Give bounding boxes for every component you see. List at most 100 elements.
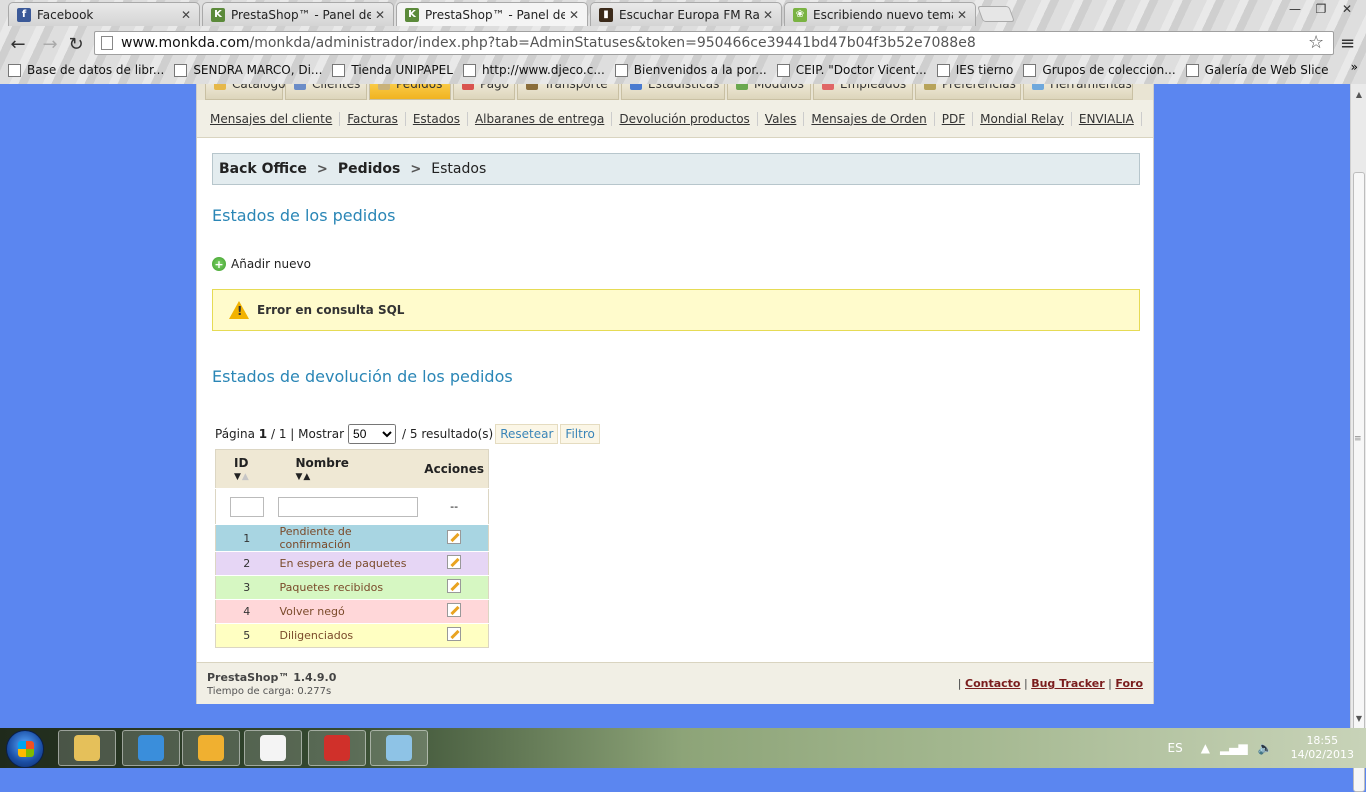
browser-tab[interactable]: ❀ Escribiendo nuevo tema - ✕ bbox=[784, 2, 976, 26]
sub-tab-link[interactable]: Mondial Relay bbox=[973, 111, 1072, 126]
main-tab[interactable]: Estadísticas bbox=[621, 84, 725, 100]
address-bar[interactable]: www.monkda.com/monkda/administrador/inde… bbox=[94, 31, 1334, 55]
bookmark-item[interactable]: CEIP. "Doctor Vicent... bbox=[776, 63, 927, 77]
filter-name-input[interactable] bbox=[277, 496, 418, 517]
scroll-up-icon[interactable]: ▲ bbox=[1351, 86, 1366, 102]
close-tab-icon[interactable]: ✕ bbox=[375, 8, 385, 22]
close-tab-icon[interactable]: ✕ bbox=[181, 8, 191, 22]
new-tab-button[interactable] bbox=[977, 6, 1015, 22]
footer-link-foro[interactable]: Foro bbox=[1115, 677, 1143, 690]
network-icon[interactable]: ▂▄▆ bbox=[1220, 741, 1248, 755]
scroll-down-icon[interactable]: ▼ bbox=[1351, 710, 1366, 726]
browser-tab[interactable]: K PrestaShop™ - Panel de ad ✕ bbox=[202, 2, 394, 26]
bookmark-item[interactable]: Bienvenidos a la por... bbox=[614, 63, 767, 77]
sub-tab-link[interactable]: ENVIALIA bbox=[1072, 111, 1142, 126]
edit-icon[interactable] bbox=[447, 603, 462, 617]
clock-date: 14/02/2013 bbox=[1290, 748, 1354, 761]
sub-tab-link[interactable]: PDF bbox=[935, 111, 974, 126]
bookmark-item[interactable]: Base de datos de libr... bbox=[8, 63, 164, 77]
sort-arrows-icon[interactable]: ▼▲ bbox=[296, 472, 421, 482]
reload-icon[interactable]: ↻ bbox=[64, 32, 88, 56]
taskbar-app-explorer[interactable] bbox=[58, 730, 116, 766]
main-tab[interactable]: Pedidos bbox=[369, 84, 451, 100]
reset-button[interactable]: Resetear bbox=[495, 424, 559, 444]
column-header-id[interactable]: ID ▼▲ bbox=[215, 449, 278, 489]
start-button[interactable] bbox=[6, 730, 44, 768]
forward-arrow-icon[interactable]: → bbox=[38, 32, 62, 56]
bookmarks-more[interactable]: » bbox=[1351, 60, 1358, 74]
language-indicator[interactable]: ES bbox=[1168, 741, 1183, 755]
taskbar-app-paint[interactable] bbox=[370, 730, 428, 766]
bookmark-item[interactable]: IES tierno bbox=[936, 63, 1013, 77]
browser-tab-label: Escribiendo nuevo tema - bbox=[813, 7, 953, 22]
main-tab[interactable]: Clientes bbox=[285, 84, 367, 100]
sub-tab-link[interactable]: Devolución productos bbox=[612, 111, 758, 126]
table-row[interactable]: 2 En espera de paquetes bbox=[215, 551, 489, 576]
taskbar-app-media[interactable] bbox=[308, 730, 366, 766]
row-name[interactable]: Paquetes recibidos bbox=[277, 575, 421, 600]
restore-icon[interactable]: ❐ bbox=[1308, 0, 1334, 18]
sub-tab-link[interactable]: Facturas bbox=[340, 111, 406, 126]
footer-link-bug-tracker[interactable]: Bug Tracker bbox=[1031, 677, 1105, 690]
table-row[interactable]: 4 Volver negó bbox=[215, 599, 489, 624]
main-tab[interactable]: Empleados bbox=[813, 84, 913, 100]
sub-tab-link[interactable]: Vales bbox=[758, 111, 805, 126]
filter-button[interactable]: Filtro bbox=[560, 424, 600, 444]
main-tab[interactable]: Módulos bbox=[727, 84, 811, 100]
main-tab[interactable]: Pago bbox=[453, 84, 515, 100]
table-row[interactable]: 1 Pendiente de confirmación bbox=[215, 524, 489, 552]
taskbar-app-chrome[interactable] bbox=[122, 730, 180, 766]
sub-tab-link[interactable]: Mensajes de Orden bbox=[804, 111, 935, 126]
breadcrumb-item-pedidos[interactable]: Pedidos bbox=[338, 161, 401, 177]
sub-tabs: Mensajes del cliente Facturas Estados Albar… bbox=[197, 100, 1153, 138]
bookmark-item[interactable]: Grupos de coleccion... bbox=[1023, 63, 1176, 77]
tray-expand-icon[interactable]: ▲ bbox=[1201, 741, 1210, 755]
column-header-name[interactable]: Nombre ▼▲ bbox=[277, 449, 421, 489]
close-tab-icon[interactable]: ✕ bbox=[569, 8, 579, 22]
bookmark-item[interactable]: SENDRA MARCO, Di... bbox=[174, 63, 322, 77]
bookmark-item[interactable]: Tienda UNIPAPEL bbox=[332, 63, 453, 77]
sort-arrows-icon[interactable]: ▼▲ bbox=[234, 472, 278, 482]
edit-icon[interactable] bbox=[447, 579, 462, 593]
filter-id-input[interactable] bbox=[229, 496, 264, 517]
row-name[interactable]: En espera de paquetes bbox=[277, 551, 421, 576]
bookmark-item[interactable]: Galería de Web Slice bbox=[1185, 63, 1329, 77]
main-tab[interactable]: Catálogo bbox=[205, 84, 285, 100]
main-tab[interactable]: Transporte bbox=[517, 84, 619, 100]
sub-tab-link[interactable]: Albaranes de entrega bbox=[468, 111, 613, 126]
volume-icon[interactable]: 🔈 bbox=[1258, 741, 1273, 755]
row-name[interactable]: Volver negó bbox=[277, 599, 421, 624]
sub-tab-link[interactable]: Estados bbox=[406, 111, 468, 126]
main-tab[interactable]: Herramientas bbox=[1023, 84, 1133, 100]
add-new-button[interactable]: + Añadir nuevo bbox=[212, 257, 311, 271]
vertical-scrollbar[interactable]: ▲ ≡ ▼ bbox=[1350, 84, 1366, 792]
menu-icon[interactable]: ≡ bbox=[1340, 33, 1355, 54]
row-name[interactable]: Diligenciados bbox=[277, 623, 421, 648]
edit-icon[interactable] bbox=[447, 627, 462, 641]
row-name[interactable]: Pendiente de confirmación bbox=[277, 524, 421, 552]
close-tab-icon[interactable]: ✕ bbox=[957, 8, 967, 22]
breadcrumb-item-back-office[interactable]: Back Office bbox=[219, 161, 307, 177]
browser-tab[interactable]: K PrestaShop™ - Panel de a ✕ bbox=[396, 2, 588, 26]
sub-tab-link[interactable]: Mensajes del cliente bbox=[203, 111, 341, 126]
main-tab[interactable]: Preferencias bbox=[915, 84, 1021, 100]
back-arrow-icon[interactable]: ← bbox=[6, 32, 30, 56]
taskbar-app-outlook[interactable] bbox=[182, 730, 240, 766]
clock[interactable]: 18:55 14/02/2013 bbox=[1291, 734, 1354, 762]
edit-icon[interactable] bbox=[447, 529, 462, 544]
footer-link-contacto[interactable]: Contacto bbox=[965, 677, 1020, 690]
bookmark-star-icon[interactable]: ☆ bbox=[1308, 32, 1324, 53]
bookmark-item[interactable]: http://www.djeco.c... bbox=[462, 63, 605, 77]
browser-tab[interactable]: f Facebook ✕ bbox=[8, 2, 200, 26]
edit-icon[interactable] bbox=[447, 555, 462, 569]
table-row[interactable]: 5 Diligenciados bbox=[215, 623, 489, 648]
close-tab-icon[interactable]: ✕ bbox=[763, 8, 773, 22]
scroll-grip-icon: ≡ bbox=[1354, 434, 1362, 444]
browser-tab[interactable]: ▮ Escuchar Europa FM Radio ✕ bbox=[590, 2, 782, 26]
minimize-icon[interactable]: — bbox=[1282, 0, 1308, 18]
close-window-icon[interactable]: ✕ bbox=[1334, 0, 1360, 18]
table-row[interactable]: 3 Paquetes recibidos bbox=[215, 575, 489, 600]
taskbar-app-documents[interactable] bbox=[244, 730, 302, 766]
scroll-thumb[interactable] bbox=[1353, 172, 1365, 792]
page-size-select[interactable]: 50 bbox=[348, 424, 397, 444]
